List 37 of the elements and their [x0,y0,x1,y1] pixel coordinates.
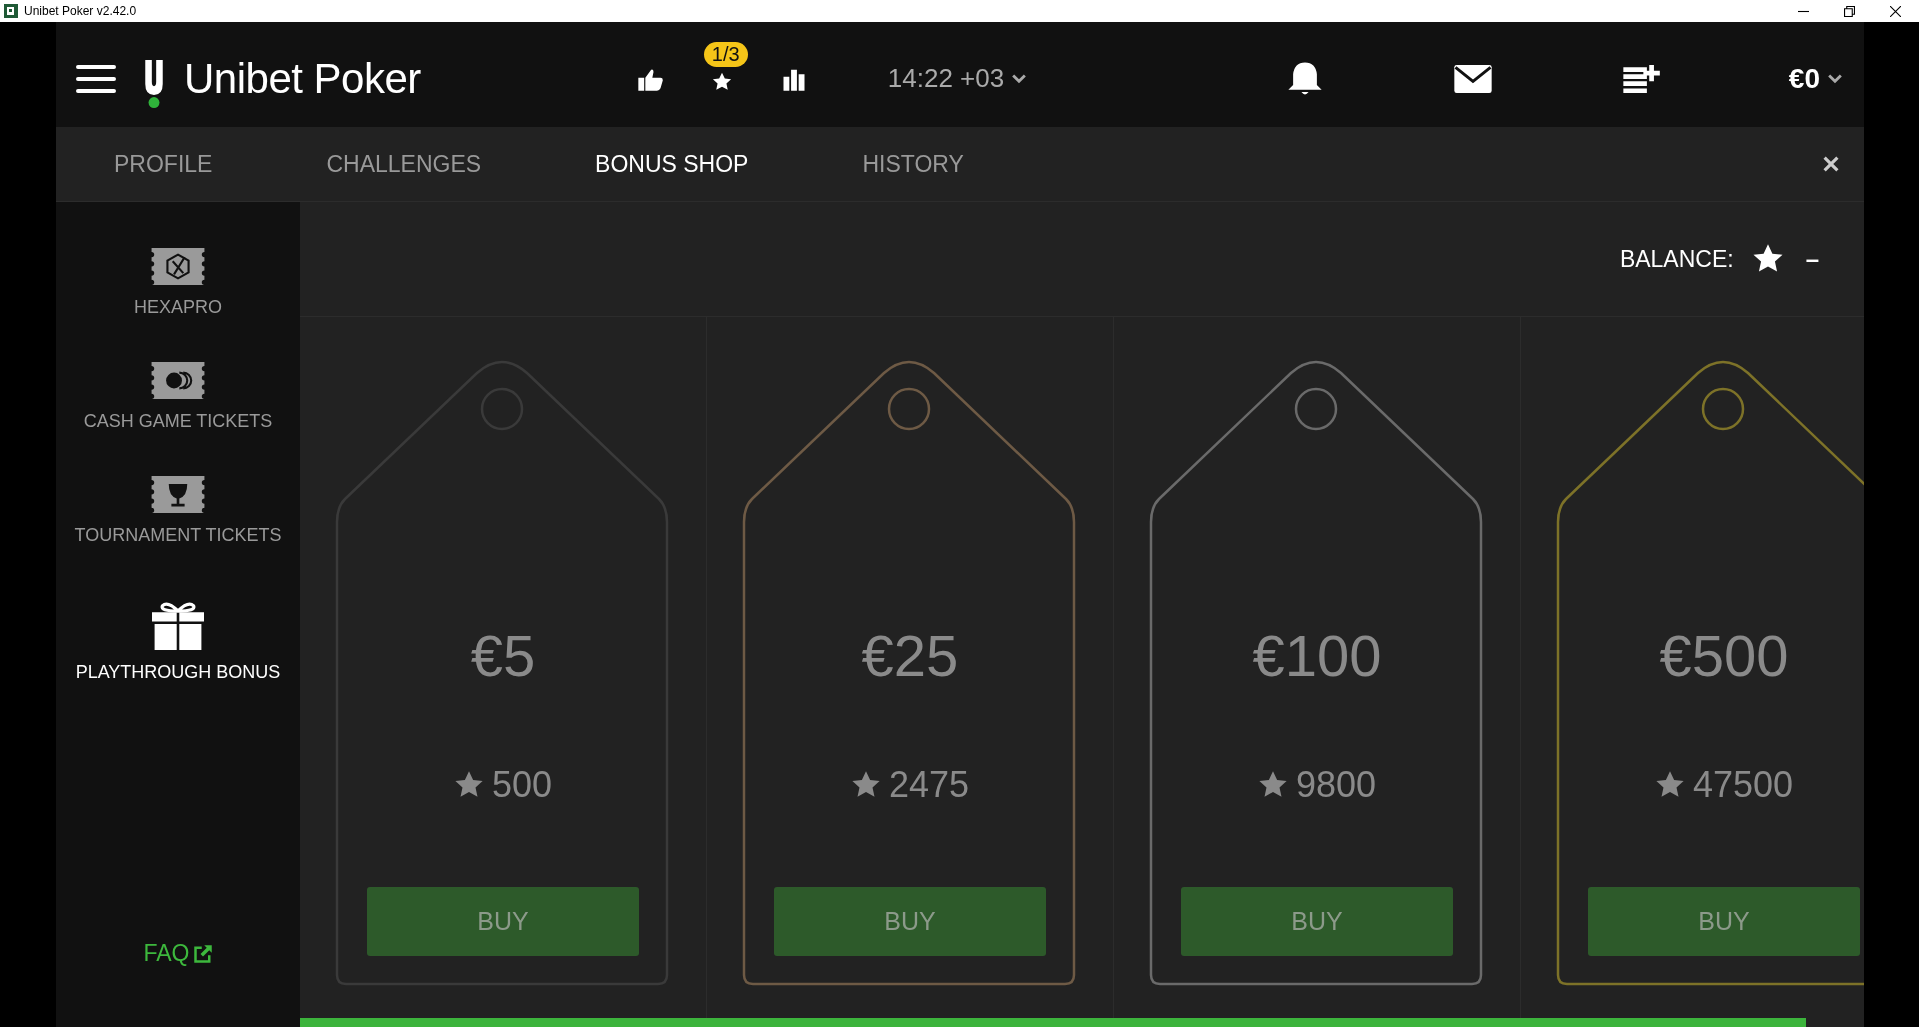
tab[interactable]: HISTORY [862,150,964,178]
app-icon [4,4,18,18]
offer-cost: 47500 [1692,764,1794,806]
offer-cost: 2475 [888,764,970,806]
offer-price: €100 [1252,622,1382,689]
mail-icon[interactable] [1452,64,1493,93]
sidebar-item[interactable]: HEXAPRO [134,297,222,318]
sidebar-item[interactable]: TOURNAMENT TICKETS [74,525,282,546]
balance-dropdown[interactable]: €0 [1788,62,1842,95]
ticket-icon [151,476,205,513]
offer-price: €5 [470,622,536,689]
offer-cost: 9800 [1295,764,1377,806]
sidebar-item[interactable]: PLAYTHROUGH BONUS [75,662,281,683]
tab[interactable]: BONUS SHOP [595,150,749,178]
chevron-down-icon [1828,73,1842,84]
restore-icon[interactable] [1844,5,1855,17]
brand-name: Unibet Poker [184,54,421,103]
tab[interactable]: PROFILE [114,150,213,178]
challenge-badge: 1/3 [703,41,748,67]
offer-cost: 500 [491,764,553,806]
chevron-down-icon [1012,73,1027,84]
time-dropdown[interactable]: 14:22 +03 [887,63,1027,94]
close-icon[interactable] [1890,5,1901,17]
ticket-icon [151,362,205,399]
offer-price: €500 [1659,622,1789,689]
logo-icon [143,59,165,108]
faq-link[interactable]: FAQ [143,940,213,967]
sidebar-item[interactable]: CASH GAME TICKETS [83,411,273,432]
balance-value: – [1805,245,1819,273]
window-title: Unibet Poker v2.42.0 [24,4,137,18]
external-link-icon [192,943,213,964]
balance-label: BALANCE: [1619,245,1734,273]
scroll-bar[interactable] [300,1018,1806,1027]
menu-icon[interactable] [76,63,116,94]
offer-price: €25 [861,622,959,689]
ticket-icon [151,248,205,285]
tab[interactable]: CHALLENGES [326,150,482,178]
